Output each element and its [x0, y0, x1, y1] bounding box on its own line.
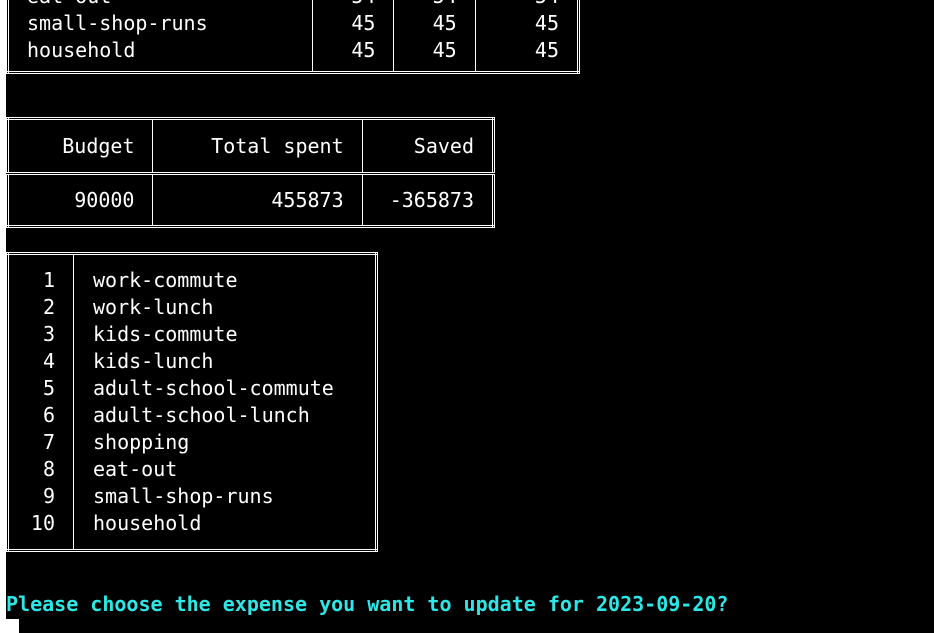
total-spent-header: Total spent [152, 118, 363, 174]
menu-label: small-shop-runs [93, 484, 274, 508]
amount-cell: 54 [475, 0, 578, 10]
amount-cell: 54 [393, 0, 476, 10]
list-item: 6 adult-school-lunch [7, 402, 377, 429]
input-prompt: Please choose the expense you want to up… [6, 592, 729, 616]
table-row: eat-out 54 54 54 [7, 0, 579, 10]
amount-cell: 45 [393, 37, 476, 64]
list-item: 9 small-shop-runs [7, 483, 377, 510]
padding-cell [393, 64, 476, 73]
padding-cell [475, 64, 578, 73]
table-padding-row [7, 64, 579, 73]
budget-header: Budget [7, 118, 154, 174]
table-row: 90000 455873 -365873 [7, 173, 494, 227]
padding-cell [7, 253, 74, 267]
saved-header: Saved [413, 133, 474, 158]
menu-label: work-lunch [93, 295, 214, 319]
expense-name-cell: small-shop-runs [7, 10, 314, 37]
amount-cell: 45 [312, 37, 395, 64]
table-row: small-shop-runs 45 45 45 [7, 10, 579, 37]
menu-index: 2 [7, 294, 74, 321]
list-item: 1 work-commute [7, 267, 377, 294]
amount-cell: 45 [534, 11, 559, 35]
menu-index: 6 [7, 402, 74, 429]
list-item: 5 adult-school-commute [7, 375, 377, 402]
menu-index: 7 [7, 429, 74, 456]
menu-index: 10 [7, 510, 74, 537]
list-item: 7 shopping [7, 429, 377, 456]
list-item: 2 work-lunch [7, 294, 377, 321]
menu-label: kids-commute [93, 322, 238, 346]
saved-value: -365873 [389, 187, 474, 212]
budget-summary-table: Budget Total spent Saved 90000 455873 -3… [6, 117, 495, 228]
amount-cell: 45 [393, 10, 476, 37]
table-padding-row [7, 537, 377, 551]
list-item: 10 household [7, 510, 377, 537]
table-padding-row [7, 253, 377, 268]
menu-label: kids-lunch [93, 349, 214, 373]
padding-cell [74, 537, 377, 551]
padding-cell [74, 254, 377, 268]
menu-index: 5 [7, 375, 74, 402]
table-header-row: Budget Total spent Saved [7, 118, 494, 174]
expense-amounts-table: eat-out 54 54 54 small-shop-runs 45 45 4… [6, 0, 580, 74]
amount-cell: 45 [534, 38, 559, 62]
menu-label: household [93, 511, 202, 535]
amount-cell: 54 [312, 0, 395, 10]
list-item: 3 kids-commute [7, 321, 377, 348]
menu-index: 1 [7, 267, 74, 294]
padding-cell [7, 64, 314, 73]
menu-index: 9 [7, 483, 74, 510]
total-spent-value: 455873 [152, 173, 363, 227]
menu-index: 8 [7, 456, 74, 483]
menu-label: work-commute [93, 268, 238, 292]
budget-value: 90000 [7, 173, 154, 227]
terminal-input-strip[interactable] [19, 619, 934, 633]
padding-cell [7, 537, 74, 551]
amount-cell: 45 [312, 10, 395, 37]
menu-index: 4 [7, 348, 74, 375]
menu-label: adult-school-lunch [93, 403, 310, 427]
menu-index: 3 [7, 321, 74, 348]
menu-label: adult-school-commute [93, 376, 334, 400]
list-item: 8 eat-out [7, 456, 377, 483]
expense-name-cell: eat-out [7, 0, 314, 10]
menu-label: shopping [93, 430, 190, 454]
padding-cell [312, 64, 395, 73]
list-item: 4 kids-lunch [7, 348, 377, 375]
expense-menu-table: 1 work-commute 2 work-lunch 3 kids-commu… [6, 252, 378, 552]
menu-label: eat-out [93, 457, 178, 481]
table-row: household 45 45 45 [7, 37, 579, 64]
expense-name-cell: household [7, 37, 314, 64]
